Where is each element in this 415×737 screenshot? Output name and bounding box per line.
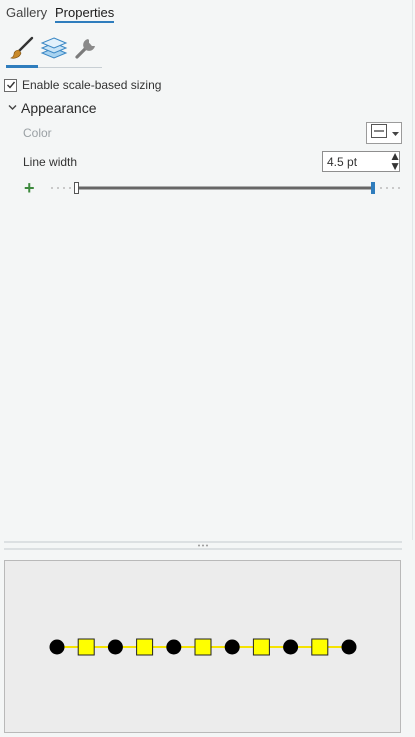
spin-down-icon[interactable]: ▼ — [385, 160, 401, 171]
size-range-slider[interactable] — [50, 180, 400, 196]
symbol-preview — [4, 560, 401, 733]
color-picker-button[interactable] — [366, 122, 402, 144]
scale-sizing-row[interactable]: Enable scale-based sizing — [4, 77, 161, 93]
dropdown-arrow-icon — [392, 124, 399, 142]
layers-icon — [40, 34, 68, 67]
preview-splitter[interactable] — [4, 537, 402, 550]
preview-dot-marker — [224, 639, 240, 655]
preview-square-marker — [252, 638, 270, 656]
preview-dot-marker — [107, 639, 123, 655]
add-size-stop-icon[interactable]: + — [24, 178, 35, 199]
slider-min-handle[interactable] — [74, 182, 79, 194]
chevron-down-icon — [8, 99, 17, 117]
preview-dot-marker — [166, 639, 182, 655]
preview-square-marker — [311, 638, 329, 656]
line-width-input[interactable]: 4.5 pt ▲ ▼ — [322, 150, 401, 172]
scale-sizing-checkbox[interactable] — [4, 78, 17, 92]
appearance-title: Appearance — [21, 100, 97, 116]
preview-square-marker — [194, 638, 212, 656]
wrench-icon — [73, 35, 99, 66]
slider-track — [77, 186, 373, 190]
color-label: Color — [23, 126, 52, 140]
preview-square-marker — [77, 638, 95, 656]
preview-dot-marker — [283, 639, 299, 655]
line-width-spinner[interactable]: ▲ ▼ — [385, 150, 401, 171]
preview-symbol-line — [49, 638, 357, 656]
properties-tab-button[interactable] — [69, 34, 103, 66]
scale-sizing-label: Enable scale-based sizing — [22, 78, 162, 92]
active-ribbon-indicator — [6, 65, 38, 68]
tab-gallery[interactable]: Gallery — [6, 5, 47, 20]
preview-square-marker — [136, 638, 154, 656]
line-width-label: Line width — [23, 155, 78, 169]
preview-dot-marker — [49, 639, 65, 655]
checkmark-icon — [6, 81, 15, 89]
tab-bar: Gallery Properties — [0, 0, 415, 26]
tab-properties[interactable]: Properties — [55, 5, 115, 23]
ribbon-divider — [38, 67, 102, 68]
layers-tab-button[interactable] — [37, 34, 71, 66]
no-color-icon — [371, 123, 387, 143]
paintbrush-icon — [9, 35, 35, 66]
slider-max-handle[interactable] — [371, 182, 375, 194]
symbol-tab-button[interactable] — [5, 34, 39, 66]
line-width-value[interactable]: 4.5 pt — [323, 155, 387, 169]
appearance-section-header[interactable]: Appearance — [8, 99, 97, 117]
preview-dot-marker — [341, 639, 357, 655]
slider-track-dots-right — [380, 187, 400, 189]
panel-edge — [412, 0, 413, 540]
slider-track-dots-left — [51, 187, 71, 189]
